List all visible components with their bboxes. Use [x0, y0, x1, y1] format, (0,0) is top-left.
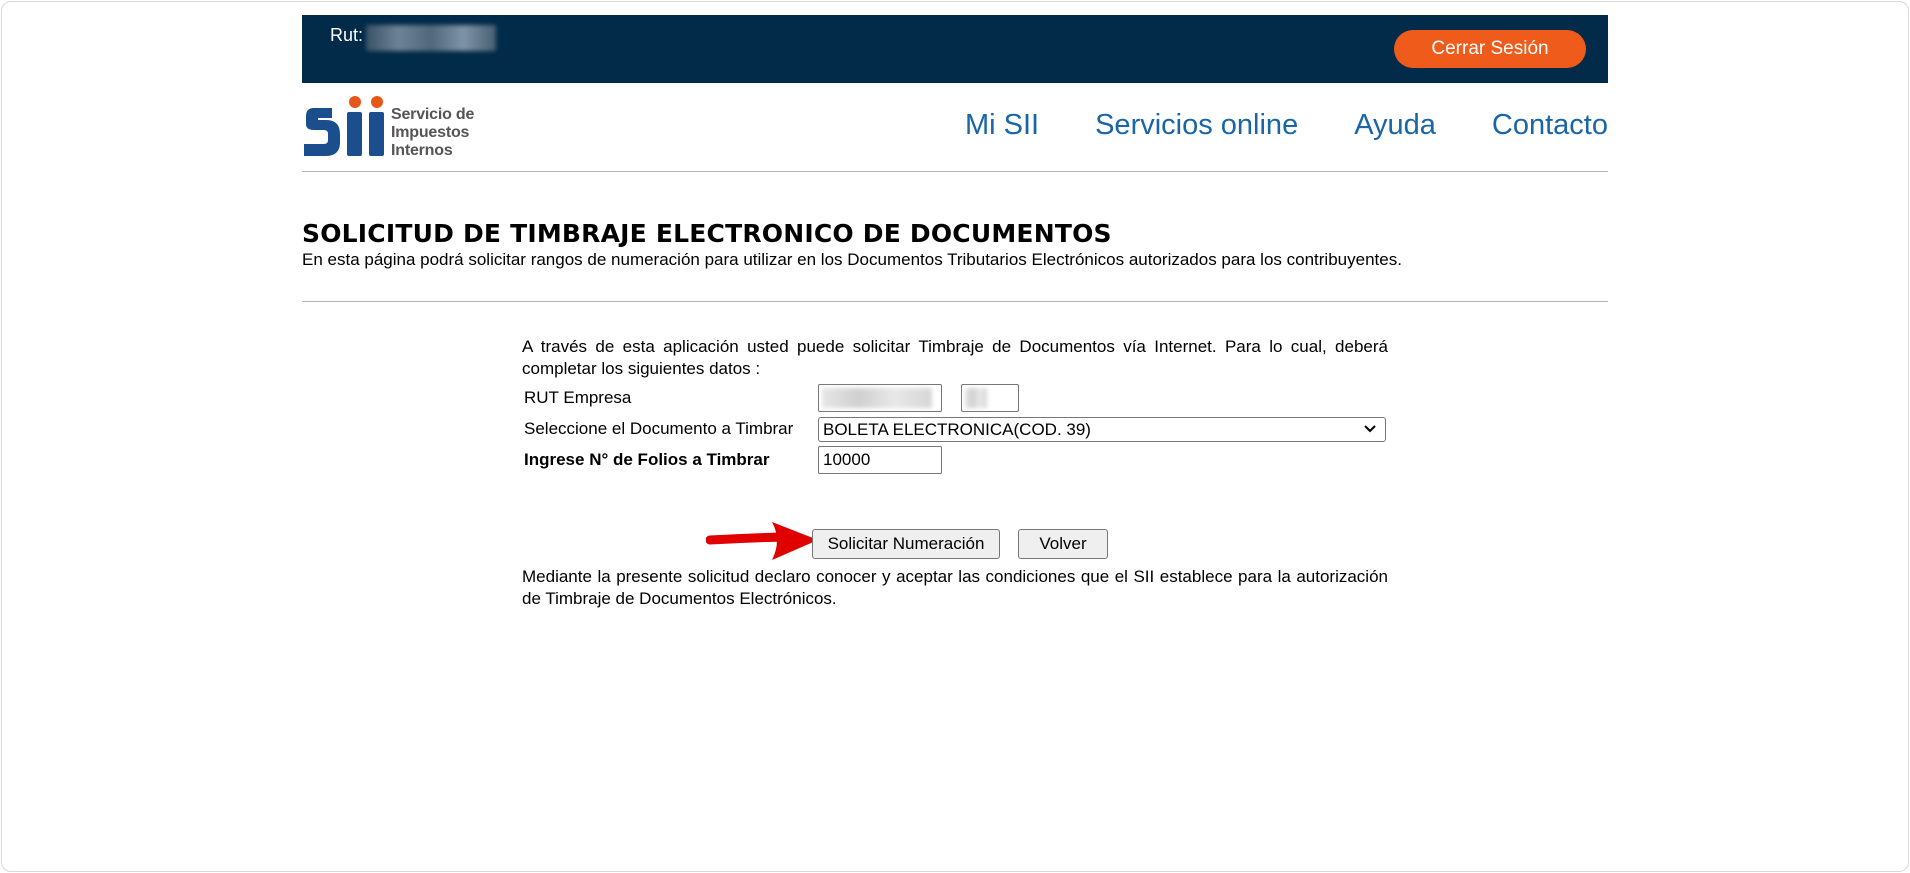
logo-text-line-3: Internos — [391, 142, 453, 159]
main-nav: Mi SII Servicios online Ayuda Contacto — [965, 109, 1608, 142]
page-subtitle: En esta página podrá solicitar rangos de… — [302, 250, 1402, 269]
document-type-value: BOLETA ELECTRONICA(COD. 39) — [823, 420, 1091, 439]
rut-dv-input[interactable] — [961, 384, 1019, 412]
page-wrapper: Rut: Cerrar Sesión Servicio de Impuestos… — [302, 15, 1608, 172]
form-intro: A través de esta aplicación usted puede … — [522, 337, 1388, 378]
top-bar: Rut: Cerrar Sesión — [302, 15, 1608, 83]
sii-logo[interactable]: Servicio de Impuestos Internos — [302, 94, 487, 160]
site-header: Servicio de Impuestos Internos Mi SII Se… — [302, 83, 1608, 172]
logo-text: Servicio de Impuestos Internos — [391, 106, 474, 160]
logo-text-line-2: Impuestos — [391, 124, 470, 141]
rut-label: Rut: — [330, 25, 364, 45]
page-title: SOLICITUD DE TIMBRAJE ELECTRONICO DE DOC… — [302, 219, 1112, 248]
rut-number-redacted — [822, 388, 932, 408]
logout-button[interactable]: Cerrar Sesión — [1394, 30, 1586, 68]
chevron-down-icon — [1363, 419, 1377, 446]
nav-mi-sii[interactable]: Mi SII — [965, 109, 1039, 142]
form-disclaimer: Mediante la presente solicitud declaro c… — [522, 567, 1388, 608]
rut-empresa-label: RUT Empresa — [524, 388, 632, 407]
folios-input[interactable]: 10000 — [818, 446, 942, 474]
logo-text-line-1: Servicio de — [391, 106, 475, 123]
rut-value-redacted — [366, 25, 496, 51]
folios-label: Ingrese N° de Folios a Timbrar — [524, 450, 770, 469]
rut-number-input[interactable] — [818, 384, 942, 412]
divider — [302, 301, 1608, 302]
sii-logo-icon — [304, 96, 384, 156]
nav-contacto[interactable]: Contacto — [1492, 109, 1608, 142]
rut-dv-redacted — [965, 388, 987, 408]
document-type-select[interactable]: BOLETA ELECTRONICA(COD. 39) — [818, 417, 1386, 442]
document-type-label: Seleccione el Documento a Timbrar — [524, 419, 794, 438]
nav-servicios-online[interactable]: Servicios online — [1095, 109, 1298, 142]
nav-ayuda[interactable]: Ayuda — [1354, 109, 1436, 142]
red-arrow-icon — [706, 522, 818, 560]
volver-button[interactable]: Volver — [1018, 529, 1108, 559]
solicitar-numeracion-button[interactable]: Solicitar Numeración — [812, 529, 1000, 559]
